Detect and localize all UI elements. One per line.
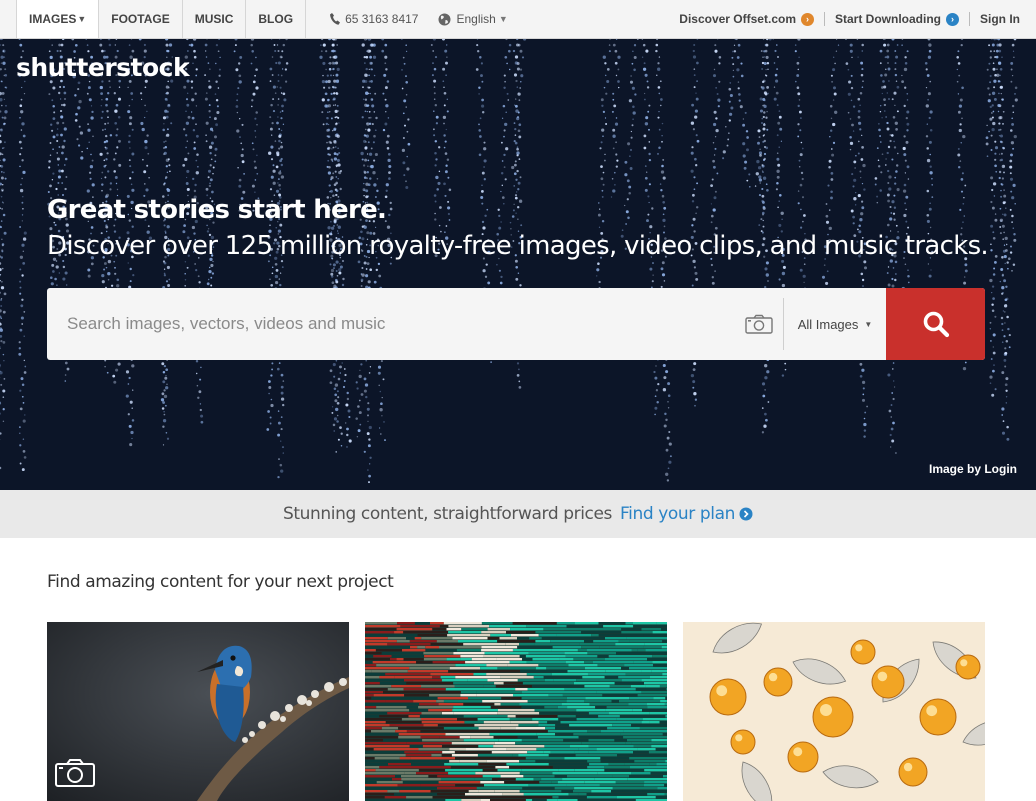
- start-downloading-label: Start Downloading: [835, 12, 941, 26]
- image-credit: Image by Login: [928, 462, 1017, 476]
- search-button[interactable]: [886, 288, 985, 360]
- arrow-right-circle-icon: ›: [946, 12, 959, 26]
- tab-images-label: IMAGES: [29, 12, 77, 26]
- phone-icon: [330, 13, 341, 25]
- discover-offset-label: Discover Offset.com: [679, 12, 796, 26]
- phone-number[interactable]: 65 3163 8417: [320, 0, 428, 38]
- search-input[interactable]: [47, 288, 735, 360]
- hero-background-image: [0, 39, 1018, 484]
- hero-banner: shutterstock Great stories start here. D…: [0, 39, 1036, 490]
- find-your-plan-link[interactable]: Find your plan: [620, 504, 753, 524]
- discover-offset-link[interactable]: Discover Offset.com ›: [669, 12, 824, 26]
- globe-icon: [438, 13, 451, 26]
- sign-in-label: Sign In: [980, 12, 1020, 26]
- arrow-right-circle-icon: [739, 507, 753, 521]
- camera-icon: [745, 314, 773, 334]
- search-type-select[interactable]: All Images ▼: [784, 288, 886, 360]
- tab-blog[interactable]: BLOG: [246, 0, 307, 38]
- shutterstock-logo[interactable]: shutterstock: [16, 53, 190, 82]
- tab-music-label: MUSIC: [194, 12, 234, 26]
- headline-line-1: Great stories start here.: [47, 195, 387, 225]
- phone-label: 65 3163 8417: [345, 12, 419, 26]
- chevron-down-icon: ▼: [864, 319, 873, 329]
- language-label: English: [456, 12, 496, 26]
- search-type-label: All Images: [797, 316, 859, 332]
- tab-images[interactable]: IMAGES ▼: [16, 0, 100, 38]
- tab-music[interactable]: MUSIC: [183, 0, 247, 38]
- top-nav: IMAGES ▼ FOOTAGE MUSIC BLOG 65 3163 8417…: [0, 0, 1036, 39]
- arrow-right-circle-icon: ›: [801, 12, 814, 26]
- chevron-down-icon: ▼: [77, 14, 87, 24]
- search-bar: All Images ▼: [47, 288, 985, 360]
- search-by-image-button[interactable]: [735, 288, 783, 360]
- hero-headline: Great stories start here. Discover over …: [47, 192, 989, 264]
- featured-image-kingfisher[interactable]: [47, 622, 349, 801]
- tab-footage-label: FOOTAGE: [111, 12, 170, 26]
- headline-line-2: Discover over 125 million royalty-free i…: [47, 231, 989, 261]
- chevron-down-icon: ▼: [498, 14, 508, 24]
- section-title: Find amazing content for your next proje…: [47, 572, 394, 592]
- pricing-text: Stunning content, straightforward prices: [283, 504, 612, 524]
- nav-right: Discover Offset.com › Start Downloading …: [669, 0, 1036, 38]
- tab-footage[interactable]: FOOTAGE: [99, 0, 183, 38]
- search-icon: [923, 311, 949, 338]
- start-downloading-link[interactable]: Start Downloading ›: [825, 12, 969, 26]
- pricing-banner: Stunning content, straightforward prices…: [0, 490, 1036, 538]
- language-select[interactable]: English ▼: [428, 0, 517, 38]
- find-your-plan-label: Find your plan: [620, 504, 735, 524]
- sign-in-link[interactable]: Sign In: [970, 12, 1036, 26]
- tab-blog-label: BLOG: [258, 12, 294, 26]
- featured-image-floral-pattern[interactable]: [683, 622, 985, 801]
- featured-image-glitch-abstract[interactable]: [365, 622, 667, 801]
